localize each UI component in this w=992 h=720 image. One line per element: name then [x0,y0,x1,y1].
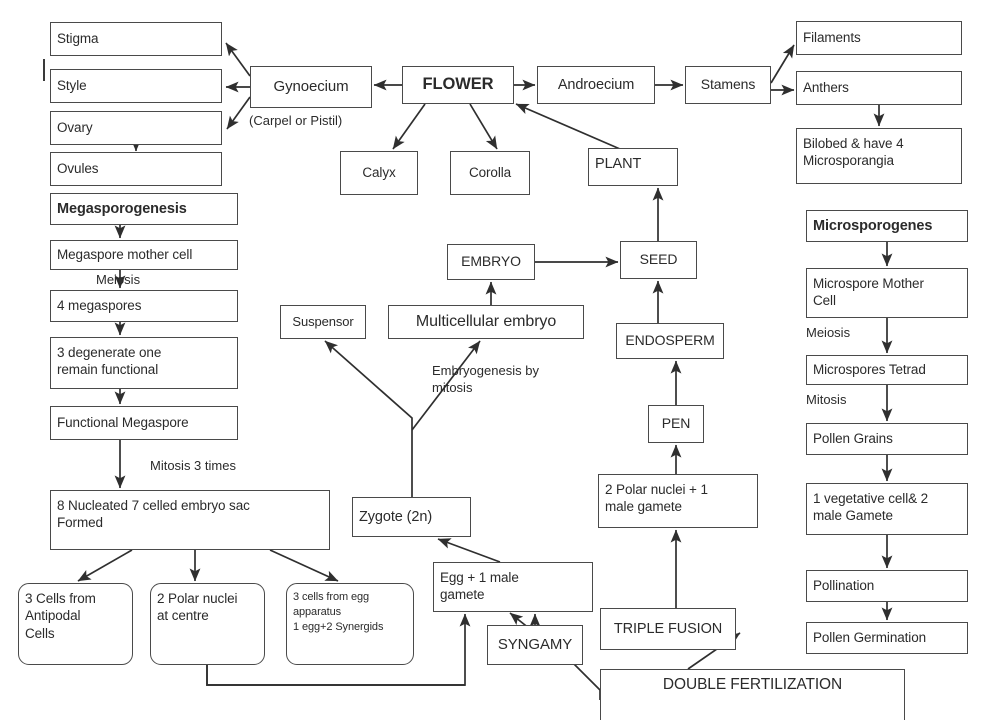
node-egg-1-male-gamete[interactable]: Egg + 1 male gamete [433,562,593,612]
node-corolla[interactable]: Corolla [450,151,530,195]
edge-label-mitosis-3-times: Mitosis 3 times [150,458,236,473]
edge-embryosac-antipodal [77,549,133,582]
node-multicellular-embryo[interactable]: Multicellular embryo [388,305,584,339]
edge-gynoecium-ovary [226,96,251,130]
node-polar-nuclei-centre[interactable]: 2 Polar nuclei at centre [150,583,265,665]
node-2-polar-nuclei-1-male-gamete[interactable]: 2 Polar nuclei + 1 male gamete [598,474,758,528]
caption-carpel-or-pistil: (Carpel or Pistil) [249,113,343,128]
node-megasporogenesis[interactable]: Megasporogenesis [50,193,238,225]
node-3-degenerate[interactable]: 3 degenerate one remain functional [50,337,238,389]
left-tick-mark-icon [43,59,45,81]
node-vegetative-cell[interactable]: 1 vegetative cell& 2 male Gamete [806,483,968,535]
node-functional-megaspore[interactable]: Functional Megaspore [50,406,238,440]
node-triple-fusion[interactable]: TRIPLE FUSION [600,608,736,650]
node-bilobed-microsporangia[interactable]: Bilobed & have 4 Microsporangia [796,128,962,184]
edge-plant-flower [515,103,621,150]
node-androecium[interactable]: Androecium [537,66,655,104]
node-pollen-grains[interactable]: Pollen Grains [806,423,968,455]
node-antipodal-cells[interactable]: 3 Cells from Antipodal Cells [18,583,133,665]
edge-label-embryogenesis: Embryogenesis by mitosis [432,363,539,395]
node-suspensor[interactable]: Suspensor [280,305,366,339]
edge-embryosac-eggapparatus [269,549,339,582]
flowchart-canvas: Stigma Style Ovary Ovules Gynoecium FLOW… [0,0,992,720]
node-microspores-tetrad[interactable]: Microspores Tetrad [806,355,968,385]
node-double-fertilization[interactable]: DOUBLE FERTILIZATION [600,669,905,720]
edge-flower-calyx [392,103,426,150]
node-megaspore-mother-cell[interactable]: Megaspore mother cell [50,240,238,270]
edge-stamens-filaments [770,44,795,84]
node-seed[interactable]: SEED [620,241,697,279]
node-stigma[interactable]: Stigma [50,22,222,56]
node-style[interactable]: Style [50,69,222,103]
node-pen[interactable]: PEN [648,405,704,443]
edge-label-meiosis-right: Meiosis [806,325,851,340]
node-pollen-germination[interactable]: Pollen Germination [806,622,968,654]
node-flower[interactable]: FLOWER [402,66,514,104]
node-microsporogenes[interactable]: Microsporogenes [806,210,968,242]
node-microspore-mother-cell[interactable]: Microspore Mother Cell [806,268,968,318]
node-calyx[interactable]: Calyx [340,151,418,195]
node-ovules[interactable]: Ovules [50,152,222,186]
edge-flower-corolla [469,103,498,150]
edge-gynoecium-stigma [225,42,251,77]
edge-polarnuclei-run [206,665,465,686]
node-pollination[interactable]: Pollination [806,570,968,602]
node-stamens[interactable]: Stamens [685,66,771,104]
edge-egggamete-zygote [437,538,501,563]
node-syngamy[interactable]: SYNGAMY [487,625,583,665]
edge-zygote-suspensor [324,340,413,497]
node-embryo[interactable]: EMBRYO [447,244,535,280]
edge-label-mitosis-right: Mitosis [806,392,847,407]
node-embryo-sac[interactable]: 8 Nucleated 7 celled embryo sac Formed [50,490,330,550]
node-endosperm[interactable]: ENDOSPERM [616,323,724,359]
node-gynoecium[interactable]: Gynoecium [250,66,372,108]
node-ovary[interactable]: Ovary [50,111,222,145]
node-filaments[interactable]: Filaments [796,21,962,55]
edge-label-meiosis-left: Meiosis [96,272,141,287]
node-plant[interactable]: PLANT [588,148,678,186]
node-zygote[interactable]: Zygote (2n) [352,497,471,537]
node-anthers[interactable]: Anthers [796,71,962,105]
node-4-megaspores[interactable]: 4 megaspores [50,290,238,322]
node-egg-apparatus[interactable]: 3 cells from egg apparatus 1 egg+2 Syner… [286,583,414,665]
